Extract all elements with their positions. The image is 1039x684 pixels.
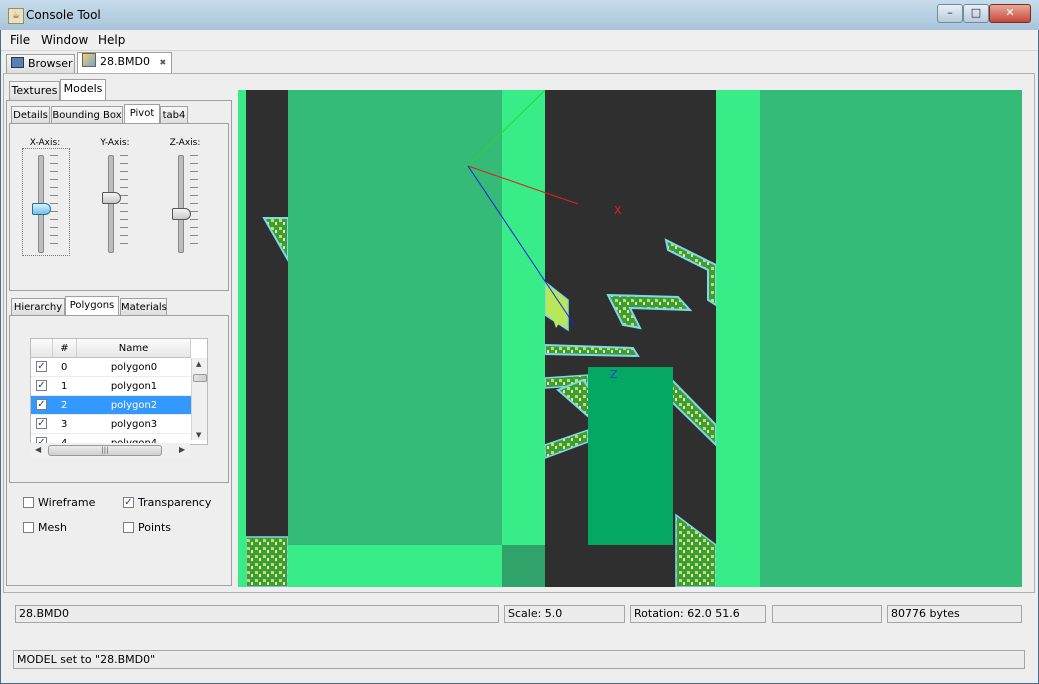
- scroll-up-icon[interactable]: ▲: [196, 360, 201, 368]
- checkbox-column-header[interactable]: [31, 339, 53, 358]
- title-bar[interactable]: ☕ Console Tool – □ ✕: [0, 0, 1039, 30]
- table-row[interactable]: ✓ 2 polygon2: [31, 396, 191, 415]
- menu-help[interactable]: Help: [98, 33, 125, 47]
- texture-fragment: [544, 428, 589, 460]
- y-axis-slider-thumb[interactable]: [102, 192, 121, 205]
- row-name: polygon1: [110, 381, 158, 392]
- texture-fragment: [245, 536, 289, 587]
- monitor-icon: [11, 57, 24, 68]
- z-axis-ticks: [190, 155, 198, 251]
- row-visible-checkbox[interactable]: ✓: [36, 418, 47, 429]
- row-name: polygon0: [110, 362, 158, 373]
- tab-browser[interactable]: Browser: [6, 54, 75, 74]
- model-face: [502, 90, 545, 587]
- tab-tab4[interactable]: tab4: [160, 106, 188, 124]
- texture-fragment: [606, 293, 693, 330]
- x-axis-label: X-Axis:: [29, 138, 61, 148]
- texture-fragment: [544, 343, 640, 358]
- table-vertical-scrollbar[interactable]: ▲ ▼: [191, 358, 207, 440]
- row-name: polygon3: [110, 419, 158, 430]
- status-size: 80776 bytes: [887, 605, 1022, 623]
- y-axis-label: Y-Axis:: [100, 138, 130, 148]
- tab-textures[interactable]: Textures: [9, 81, 60, 101]
- model-face: [716, 90, 760, 587]
- y-axis-ticks: [120, 155, 128, 251]
- window-title: Console Tool: [26, 8, 101, 22]
- transparency-checkbox[interactable]: ✓: [123, 497, 134, 508]
- minimize-button[interactable]: –: [937, 4, 963, 23]
- table-row[interactable]: ✓ 1 polygon1: [31, 377, 191, 396]
- model-face: [238, 90, 246, 587]
- x-axis-focus-ring: [22, 148, 70, 256]
- menu-window[interactable]: Window: [41, 33, 88, 47]
- polygon-table[interactable]: # Name ✓ 0 polygon0 ✓ 1 polygon1 ✓ 2 polygon2 ✓ 3 p…: [30, 338, 208, 445]
- texture-fragment: [262, 217, 289, 264]
- wireframe-label[interactable]: Wireframe: [38, 496, 95, 509]
- tab-bounding-box[interactable]: Bounding Box: [51, 106, 123, 124]
- model-face: [288, 545, 502, 587]
- table-row[interactable]: ✓ 0 polygon0: [31, 358, 191, 377]
- model-face: [588, 367, 673, 545]
- z-axis-marker: Z: [610, 368, 618, 381]
- status-scale: Scale: 5.0: [504, 605, 625, 623]
- row-name: polygon2: [110, 400, 158, 411]
- table-horizontal-scrollbar[interactable]: ◀ ||| ▶: [30, 443, 190, 458]
- points-checkbox[interactable]: [123, 522, 134, 533]
- z-axis-label: Z-Axis:: [169, 138, 201, 148]
- tab-model-file[interactable]: 28.BMD0 ✖: [77, 52, 172, 74]
- tab-details[interactable]: Details: [11, 106, 50, 124]
- table-row[interactable]: ✓ 3 polygon3: [31, 415, 191, 434]
- maximize-button[interactable]: □: [963, 4, 989, 23]
- vertical-scroll-thumb[interactable]: [193, 374, 207, 382]
- points-label[interactable]: Points: [138, 521, 171, 534]
- horizontal-scroll-thumb[interactable]: |||: [48, 445, 162, 456]
- mesh-label[interactable]: Mesh: [38, 521, 67, 534]
- row-index: 3: [61, 419, 68, 430]
- viewport-canvas: X Z: [238, 90, 1022, 587]
- name-column-header[interactable]: Name: [77, 339, 191, 358]
- row-index: 1: [61, 381, 68, 392]
- tab-models[interactable]: Models: [60, 79, 106, 101]
- status-empty: [772, 605, 882, 623]
- row-index: 2: [61, 400, 68, 411]
- tab-polygons[interactable]: Polygons: [65, 296, 119, 316]
- tab-hierarchy[interactable]: Hierarchy: [11, 298, 65, 316]
- tab-pivot[interactable]: Pivot: [124, 104, 160, 124]
- java-app-icon: ☕: [8, 8, 24, 24]
- model-face: [502, 545, 545, 587]
- index-column-header[interactable]: #: [53, 339, 77, 358]
- menu-bar: File Window Help: [1, 30, 1038, 51]
- tab-close-icon[interactable]: ✖: [160, 58, 167, 67]
- tab-model-file-label: 28.BMD0: [100, 55, 150, 68]
- close-button[interactable]: ✕: [989, 4, 1031, 23]
- status-rotation: Rotation: 62.0 51.6: [630, 605, 766, 623]
- message-bar: MODEL set to "28.BMD0": [13, 650, 1025, 669]
- tab-materials[interactable]: Materials: [120, 298, 167, 316]
- row-visible-checkbox[interactable]: ✓: [36, 399, 47, 410]
- texture-fragment: [675, 513, 717, 587]
- texture-fragment: [669, 375, 717, 448]
- tab-browser-label: Browser: [28, 57, 73, 70]
- x-axis-ticks: [50, 155, 58, 251]
- row-index: 0: [61, 362, 68, 373]
- z-axis-slider-thumb[interactable]: [172, 207, 191, 220]
- mesh-checkbox[interactable]: [23, 522, 34, 533]
- scroll-down-icon[interactable]: ▼: [196, 431, 201, 439]
- transparency-label[interactable]: Transparency: [138, 496, 211, 509]
- model-file-icon: [82, 53, 96, 67]
- row-visible-checkbox[interactable]: ✓: [36, 361, 47, 372]
- menu-file[interactable]: File: [10, 33, 30, 47]
- x-axis-marker: X: [614, 204, 622, 217]
- scroll-left-icon[interactable]: ◀: [35, 445, 41, 454]
- status-file: 28.BMD0: [15, 605, 499, 623]
- model-face: [760, 90, 1022, 587]
- x-axis-slider-thumb[interactable]: [32, 202, 51, 215]
- z-axis-track[interactable]: [178, 155, 184, 253]
- scroll-right-icon[interactable]: ▶: [179, 445, 185, 454]
- texture-fragment: [664, 238, 717, 307]
- row-visible-checkbox[interactable]: ✓: [36, 380, 47, 391]
- wireframe-checkbox[interactable]: [23, 497, 34, 508]
- model-viewport[interactable]: X Z: [238, 90, 1022, 587]
